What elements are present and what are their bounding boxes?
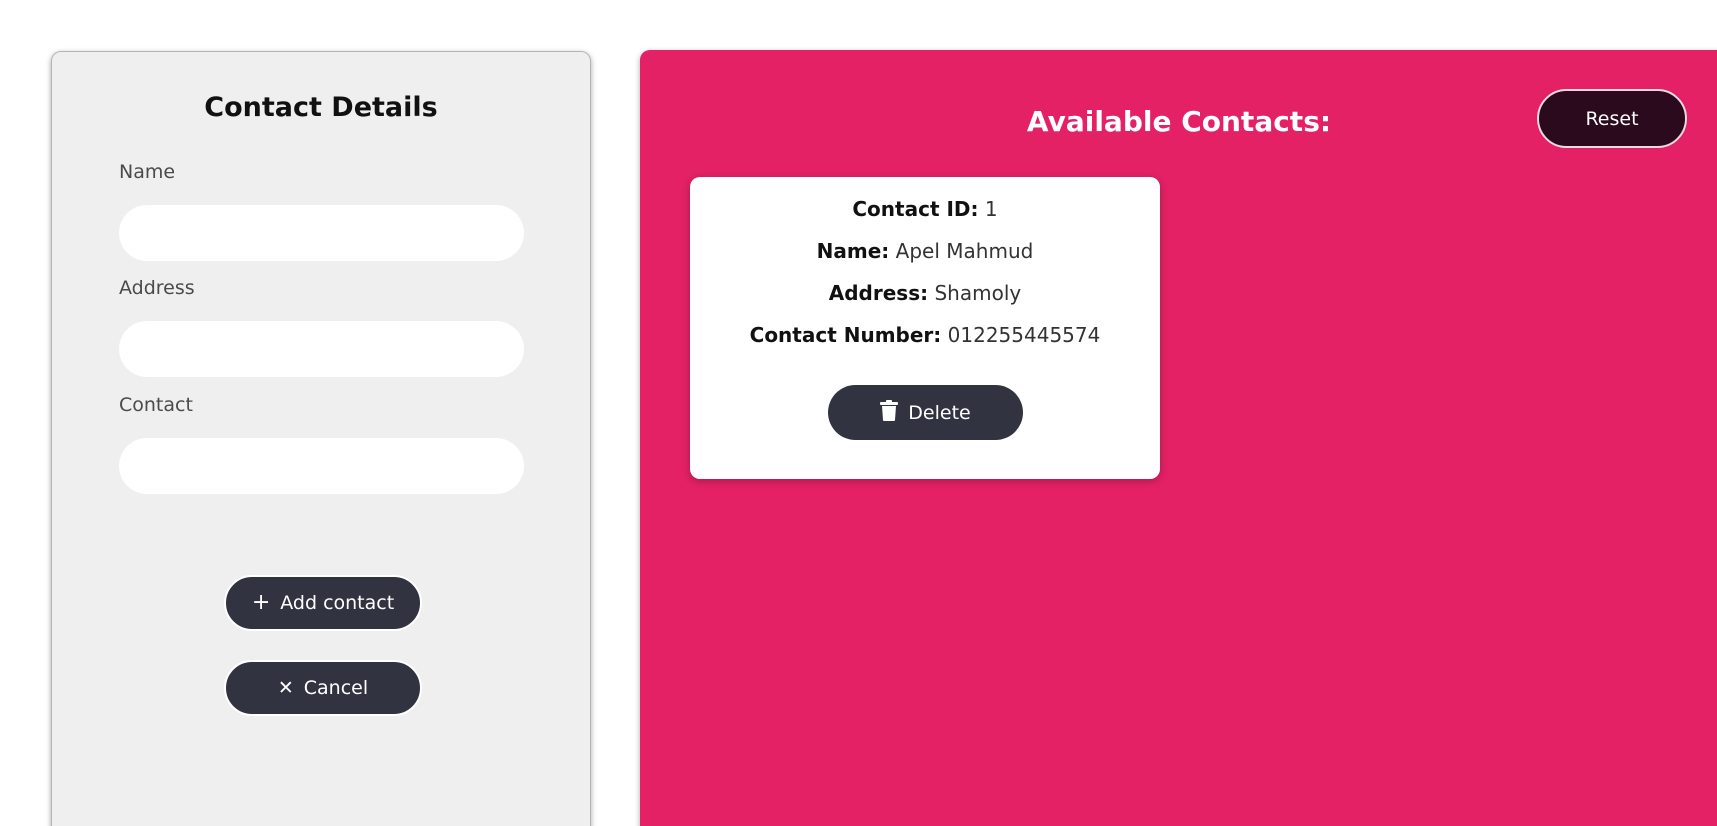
contact-name-label: Name:: [816, 239, 890, 263]
contact-input[interactable]: [119, 438, 524, 494]
reset-button[interactable]: Reset: [1537, 89, 1687, 148]
name-input[interactable]: [119, 205, 524, 261]
address-input[interactable]: [119, 321, 524, 377]
name-label: Name: [119, 161, 176, 183]
contacts-panel: Available Contacts: Reset Contact ID: 1 …: [640, 50, 1717, 826]
contact-id-line: Contact ID: 1: [690, 197, 1160, 221]
contact-number-label: Contact Number:: [749, 323, 942, 347]
delete-button[interactable]: Delete: [828, 385, 1023, 440]
contact-number-line: Contact Number: 012255445574: [690, 323, 1160, 347]
add-contact-button[interactable]: + Add contact: [224, 575, 422, 631]
contact-number-value: 012255445574: [947, 323, 1101, 347]
contact-id-value: 1: [984, 197, 998, 221]
contact-address-line: Address: Shamoly: [690, 281, 1160, 305]
contact-address-value: Shamoly: [934, 281, 1022, 305]
contact-name-value: Apel Mahmud: [895, 239, 1034, 263]
plus-icon: +: [251, 590, 271, 615]
contact-label: Contact: [119, 394, 193, 416]
delete-label: Delete: [908, 401, 971, 424]
form-title: Contact Details: [204, 92, 438, 123]
cancel-button[interactable]: ✕ Cancel: [224, 660, 422, 716]
cancel-label: Cancel: [303, 677, 369, 699]
contact-address-label: Address:: [828, 281, 929, 305]
contact-name-line: Name: Apel Mahmud: [690, 239, 1160, 263]
trash-icon: [880, 399, 899, 426]
address-label: Address: [119, 277, 195, 299]
contact-form-panel: Contact Details Name Address Contact + A…: [51, 51, 591, 826]
add-contact-label: Add contact: [280, 592, 395, 614]
contact-card: Contact ID: 1 Name: Apel Mahmud Address:…: [690, 177, 1160, 479]
close-icon: ✕: [277, 676, 294, 699]
contact-id-label: Contact ID:: [852, 197, 979, 221]
